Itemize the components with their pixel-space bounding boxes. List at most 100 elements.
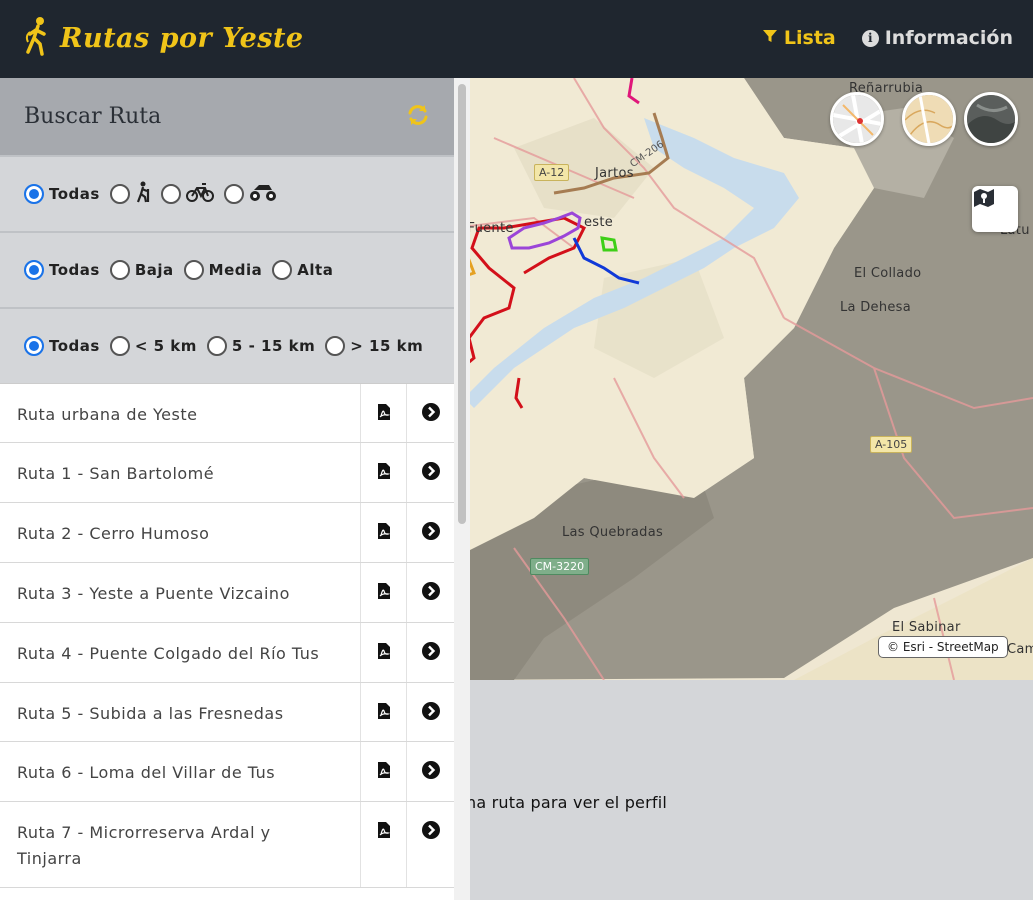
route-open-button[interactable] [406,683,454,741]
route-name[interactable]: Ruta 6 - Loma del Villar de Tus [0,742,360,801]
distance-label-todas: Todas [49,337,100,355]
distance-label-mid: 5 - 15 km [231,337,316,355]
basemap-streets-button[interactable] [830,92,884,146]
route-row[interactable]: Ruta 3 - Yeste a Puente Vizcaino [0,563,454,623]
difficulty-option-media[interactable]: Media [183,260,263,280]
route-row[interactable]: Ruta 4 - Puente Colgado del Río Tus [0,623,454,683]
distance-option-todas[interactable]: Todas [24,336,100,356]
route-pdf-button[interactable] [360,443,406,502]
arrow-circle-right-icon [421,403,440,425]
basemap-satellite-button[interactable] [964,92,1018,146]
distance-filter: Todas < 5 km 5 - 15 km > 15 km [0,307,454,383]
distance-radio-lt5[interactable] [109,336,130,356]
route-open-button[interactable] [406,443,454,502]
route-open-button[interactable] [406,802,454,887]
route-open-button[interactable] [406,503,454,562]
type-option-bike[interactable] [160,182,214,206]
difficulty-option-todas[interactable]: Todas [24,260,100,280]
route-open-button[interactable] [406,623,454,682]
brand[interactable]: Rutas por Yeste [24,16,304,60]
difficulty-radio-baja[interactable] [109,260,130,280]
panel-title: Buscar Ruta [24,104,162,129]
panel-scroll-thumb[interactable] [458,84,466,524]
route-pdf-button[interactable] [360,623,406,682]
route-open-button[interactable] [406,742,454,801]
route-name[interactable]: Ruta 2 - Cerro Humoso [0,503,360,562]
layers-button[interactable] [972,186,1018,232]
route-name[interactable]: Ruta 5 - Subida a las Fresnedas [0,683,360,741]
route-row[interactable]: Ruta 7 - Microrreserva Ardal y Tinjarra [0,802,454,888]
route-row[interactable]: Ruta 1 - San Bartolomé [0,443,454,503]
route-row[interactable]: Ruta 6 - Loma del Villar de Tus [0,742,454,802]
route-pdf-button[interactable] [360,384,406,442]
type-label-todas: Todas [49,185,100,203]
distance-option-mid[interactable]: 5 - 15 km [206,336,316,356]
route-name[interactable]: Ruta urbana de Yeste [0,384,360,442]
route-name[interactable]: Ruta 7 - Microrreserva Ardal y Tinjarra [0,802,360,887]
map-attribution: © Esri - StreetMap [878,636,1008,658]
type-filter: Todas [0,155,454,231]
route-open-button[interactable] [406,563,454,622]
top-nav: Lista i Información [762,27,1013,49]
distance-label-lt5: < 5 km [134,337,197,355]
route-pdf-button[interactable] [360,683,406,741]
app-title: Rutas por Yeste [60,22,304,54]
route-list: Ruta urbana de Yeste Ruta 1 - San Bartol… [0,383,454,888]
route-row[interactable]: Ruta 2 - Cerro Humoso [0,503,454,563]
arrow-circle-right-icon [421,642,440,664]
difficulty-option-baja[interactable]: Baja [109,260,174,280]
map-label-el-sabinar: El Sabinar [892,620,961,635]
route-name[interactable]: Ruta 4 - Puente Colgado del Río Tus [0,623,360,682]
pdf-file-icon [377,462,391,484]
distance-option-gt15[interactable]: > 15 km [325,336,423,356]
pdf-file-icon [377,522,391,544]
arrow-circle-right-icon [421,821,440,843]
panel-header: Buscar Ruta [0,78,454,155]
type-radio-hiking[interactable] [109,184,130,204]
road-badge-cm3220: CM-3220 [530,558,590,575]
route-open-button[interactable] [406,384,454,442]
difficulty-label-media: Media [208,261,263,279]
difficulty-label-baja: Baja [134,261,174,279]
route-row[interactable]: Ruta 5 - Subida a las Fresnedas [0,683,454,742]
route-row[interactable]: Ruta urbana de Yeste [0,384,454,443]
route-name[interactable]: Ruta 3 - Yeste a Puente Vizcaino [0,563,360,622]
type-option-hiking[interactable] [109,181,151,207]
type-radio-bike[interactable] [160,184,181,204]
difficulty-radio-media[interactable] [183,260,204,280]
type-option-todas[interactable]: Todas [24,184,100,204]
difficulty-radio-alta[interactable] [272,260,293,280]
route-pdf-button[interactable] [360,802,406,887]
distance-radio-todas[interactable] [24,336,44,356]
nav-lista-label: Lista [783,27,836,49]
difficulty-radio-todas[interactable] [24,260,44,280]
basemap-topo-button[interactable] [902,92,956,146]
arrow-circle-right-icon [421,761,440,783]
distance-radio-gt15[interactable] [325,336,346,356]
nav-informacion-button[interactable]: i Información [861,27,1013,49]
distance-label-gt15: > 15 km [350,337,424,355]
type-radio-todas[interactable] [24,184,44,204]
panel-scrollbar[interactable] [454,78,470,900]
filter-icon [762,27,778,49]
pdf-file-icon [377,761,391,783]
route-name[interactable]: Ruta 1 - San Bartolomé [0,443,360,502]
pdf-file-icon [377,821,391,843]
bicycle-icon [185,182,214,206]
road-badge-a105: A-105 [870,436,913,453]
route-pdf-button[interactable] [360,742,406,801]
refresh-icon[interactable] [406,103,430,131]
type-radio-motor[interactable] [223,184,244,204]
nav-lista-button[interactable]: Lista [762,27,836,49]
distance-radio-mid[interactable] [206,336,227,356]
map-view[interactable]: Reñarrubia Jartos s Fuente este El Colla… [454,78,1033,680]
route-pdf-button[interactable] [360,563,406,622]
map-label-las-quebradas: Las Quebradas [562,525,664,540]
distance-option-lt5[interactable]: < 5 km [109,336,197,356]
difficulty-option-alta[interactable]: Alta [272,260,333,280]
arrow-circle-right-icon [421,702,440,724]
route-pdf-button[interactable] [360,503,406,562]
search-panel-content: Buscar Ruta Todas Todas Baja Media Alta … [0,78,454,888]
type-option-motor[interactable] [223,182,277,206]
nav-informacion-label: Información [884,27,1013,49]
